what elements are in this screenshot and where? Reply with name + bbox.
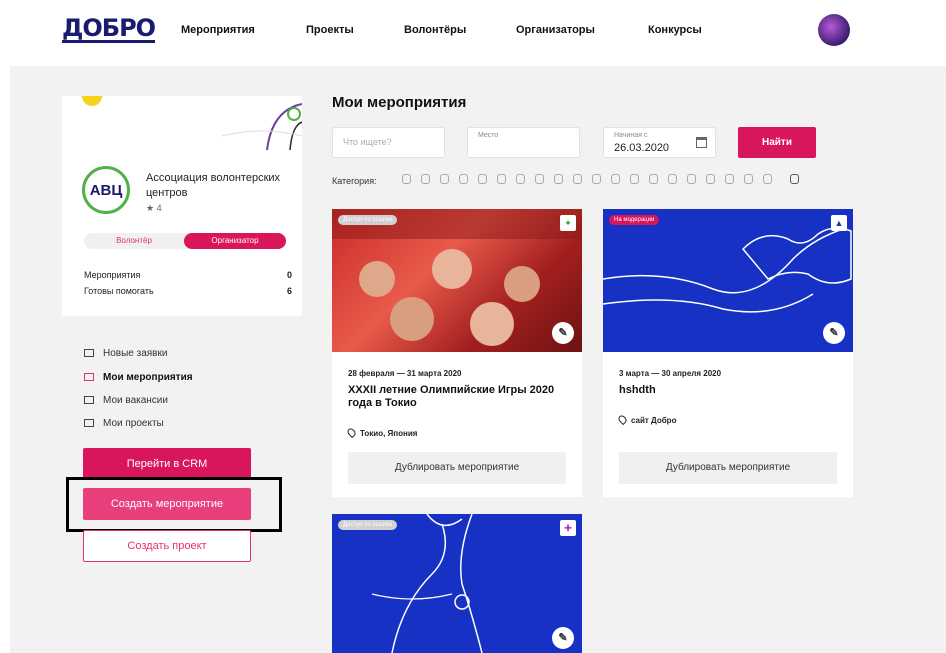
page-title: Мои мероприятия [332,94,467,111]
menu-my-vacancies[interactable]: Мои вакансии [84,395,168,406]
category-icon[interactable] [497,174,506,184]
date-label: Начиная с [614,132,648,139]
search-input[interactable]: Что ищете? [332,127,445,158]
create-project-button[interactable]: Создать проект [83,530,251,562]
moderation-badge: На модерации [609,215,660,225]
location-pin-icon [616,413,629,426]
category-label: Категория: [332,176,377,186]
event-date: 28 февраля — 31 марта 2020 [348,369,462,378]
menu-label: Новые заявки [103,348,168,359]
edit-icon[interactable]: ✎ [823,322,845,344]
nav-events[interactable]: Мероприятия [181,24,255,36]
highlight-annotation [66,477,282,532]
menu-label: Мои мероприятия [103,372,193,383]
calendar-icon[interactable] [696,137,707,148]
location-pin-icon [345,426,358,439]
access-badge: Доступ по ссылке [338,520,398,530]
category-icon[interactable] [630,174,639,184]
date-input[interactable]: Начиная с 26.03.2020 [603,127,716,158]
place-input[interactable]: Место [467,127,580,158]
search-category-icon[interactable] [554,174,563,184]
stat-label: Готовы помогать [84,286,154,296]
category-icon[interactable] [459,174,468,184]
event-image[interactable]: На модерации ▲ ✎ [603,209,853,352]
place-label: Место [478,132,499,139]
role-toggle[interactable]: Волонтёр Организатор [84,233,286,249]
stat-value: 6 [286,286,292,296]
category-icon[interactable] [611,174,620,184]
menu-new-requests[interactable]: Новые заявки [84,348,167,359]
category-icon[interactable] [763,174,772,184]
sport-icon: ✦ [560,215,576,231]
event-card[interactable]: На модерации ▲ ✎ 3 марта — 30 апреля 202… [603,209,853,497]
event-location: сайт Добро [616,413,677,426]
medicine-icon: ✚ [560,520,576,536]
location-text: сайт Добро [631,416,677,425]
star-icon: ★ [146,203,157,213]
duplicate-event-button[interactable]: Дублировать мероприятие [348,452,566,484]
category-icon[interactable] [573,174,582,184]
stat-events: Мероприятия 0 [84,270,292,280]
nav-volunteers[interactable]: Волонтёры [404,24,466,36]
category-icon[interactable] [592,174,601,184]
category-icon[interactable] [706,174,715,184]
category-icon[interactable] [440,174,449,184]
nav-projects[interactable]: Проекты [306,24,354,36]
event-title[interactable]: XXXII летние Олимпийские Игры 2020 года … [348,384,568,410]
search-placeholder: Что ищете? [343,137,392,147]
category-icon[interactable] [744,174,753,184]
edit-icon[interactable]: ✎ [552,627,574,649]
menu-my-projects[interactable]: Мои проекты [84,418,164,429]
nav-organizers[interactable]: Организаторы [516,24,595,36]
category-icon[interactable] [725,174,734,184]
event-card[interactable]: Доступ по ссылке ✦ ✎ 28 февраля — 31 мар… [332,209,582,497]
inbox-icon [84,349,94,357]
rating-value: 4 [156,203,162,213]
go-to-crm-button[interactable]: Перейти в CRM [83,448,251,480]
organization-logo: АВЦ [82,166,130,214]
category-icon[interactable] [649,174,658,184]
event-card[interactable]: Доступ по ссылке ✚ ✎ [332,514,582,653]
grid-view-icon[interactable] [790,174,799,184]
edit-icon[interactable]: ✎ [552,322,574,344]
organization-profile-card: АВЦ Ассоциация волонтерских центров ★ 4 … [62,96,302,316]
menu-my-events[interactable]: Мои мероприятия [84,372,193,383]
event-image[interactable]: Доступ по ссылке ✚ ✎ [332,514,582,653]
accessibility-icon[interactable] [516,174,525,184]
stat-label: Мероприятия [84,270,141,280]
top-navigation: ДОБРО Мероприятия Проекты Волонтёры Орга… [0,0,946,62]
location-text: Токио, Япония [360,429,418,438]
event-title[interactable]: hshdth [619,384,839,397]
event-date: 3 марта — 30 апреля 2020 [619,369,722,378]
category-icon[interactable] [402,174,411,184]
menu-label: Мои вакансии [103,395,168,406]
profile-banner [62,96,302,151]
nav-contests[interactable]: Конкурсы [648,24,702,36]
stat-value: 0 [286,270,292,280]
calendar-icon [84,373,94,381]
event-location: Токио, Япония [345,426,418,439]
organization-rating: ★ 4 [146,203,162,214]
toggle-organizer[interactable]: Организатор [184,233,286,249]
toggle-volunteer[interactable]: Волонтёр [84,233,184,249]
user-avatar[interactable] [818,14,850,46]
menu-label: Мои проекты [103,418,164,429]
stat-ready-to-help: Готовы помогать 6 [84,286,292,296]
category-icon[interactable] [668,174,677,184]
document-icon [84,419,94,427]
access-badge: Доступ по ссылке [338,215,398,225]
date-value: 26.03.2020 [614,142,670,154]
duplicate-event-button[interactable]: Дублировать мероприятие [619,452,837,484]
find-button[interactable]: Найти [738,127,816,158]
organization-name[interactable]: Ассоциация волонтерских центров [146,171,286,201]
vacancy-icon [84,396,94,404]
site-logo[interactable]: ДОБРО [62,16,156,43]
education-icon[interactable] [535,174,544,184]
category-icon[interactable] [478,174,487,184]
category-icon[interactable] [687,174,696,184]
event-image[interactable]: Доступ по ссылке ✦ ✎ [332,209,582,352]
category-icon[interactable] [421,174,430,184]
education-icon: ▲ [831,215,847,231]
